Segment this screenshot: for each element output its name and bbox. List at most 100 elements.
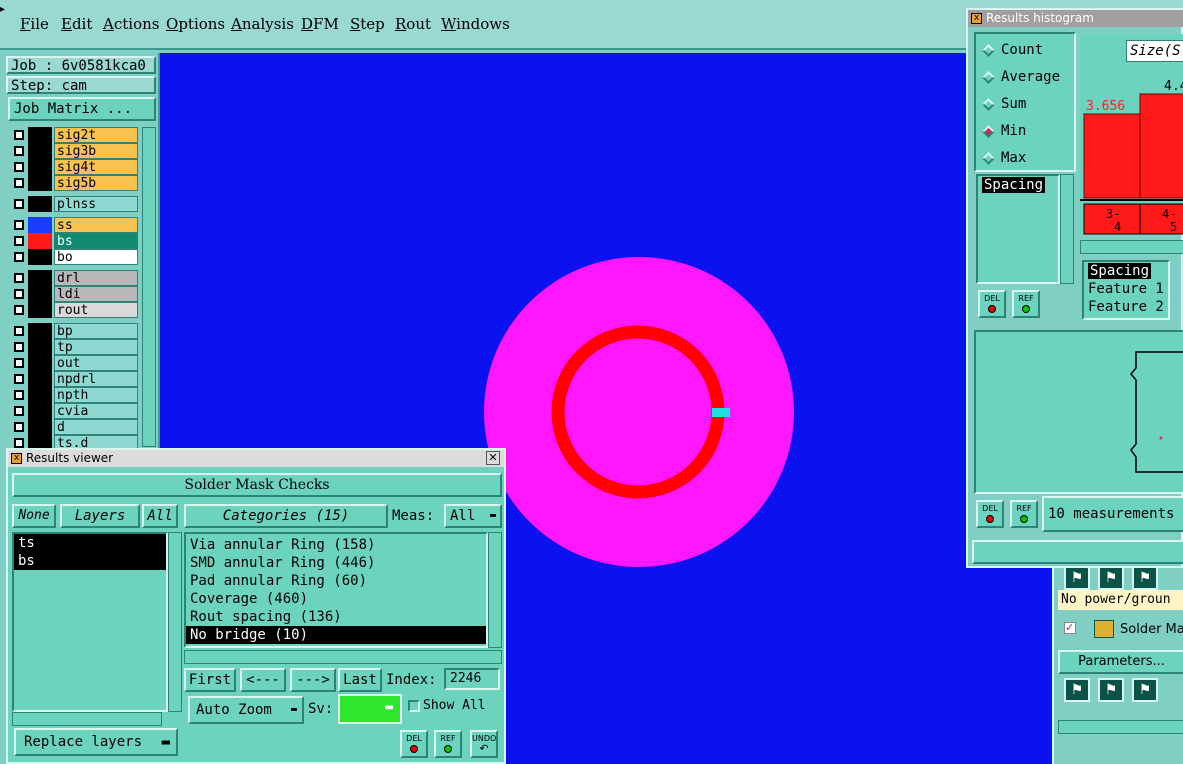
layer-color-swatch[interactable] [28, 175, 52, 191]
menu-options[interactable]: Options [166, 15, 225, 33]
layer-checkbox[interactable] [14, 252, 24, 262]
solder-mask-checkbox[interactable]: ✓ [1064, 622, 1076, 634]
layer-name[interactable]: sig5b [54, 175, 138, 191]
layer-checkbox[interactable] [14, 390, 24, 400]
layer-color-swatch[interactable] [28, 302, 52, 318]
layer-color-swatch[interactable] [28, 323, 52, 339]
histogram-titlebar[interactable]: x Results histogram [968, 10, 1183, 27]
menu-analysis[interactable]: Analysis [231, 15, 294, 33]
layer-checkbox[interactable] [14, 220, 24, 230]
panel-hscroll[interactable] [1058, 720, 1183, 734]
metric-item[interactable]: Spacing [982, 177, 1046, 193]
layer-checkbox[interactable] [14, 342, 24, 352]
category-list-vscroll[interactable] [488, 532, 502, 648]
category-list-hscroll[interactable] [184, 650, 502, 664]
category-item[interactable]: Pad annular Ring (60) [186, 572, 486, 590]
stat-radio-min[interactable]: Min [982, 123, 1026, 139]
layer-checkbox[interactable] [14, 146, 24, 156]
size-axis-select[interactable]: Size(S [1126, 40, 1183, 62]
results-viewer-titlebar[interactable]: x Results viewer ✕ [8, 450, 504, 467]
detail-item[interactable]: Feature 1 [1084, 280, 1168, 298]
category-list[interactable]: Via annular Ring (158) SMD annular Ring (… [184, 532, 488, 648]
layer-scrollbar[interactable] [142, 127, 156, 447]
parameters-button[interactable]: Parameters... [1058, 650, 1183, 674]
stop-icon-2[interactable]: ⚑ [1132, 678, 1158, 702]
layer-color-swatch[interactable] [28, 143, 52, 159]
run-all-icon[interactable]: ⚑ [1098, 566, 1124, 590]
result-layer-item[interactable]: bs [14, 552, 166, 570]
first-button[interactable]: First [184, 668, 236, 692]
layer-color-swatch[interactable] [28, 159, 52, 175]
stat-radio-count[interactable]: Count [982, 42, 1043, 58]
layer-name[interactable]: ldi [54, 286, 138, 302]
prev-button[interactable]: <--- [240, 668, 286, 692]
menu-edit[interactable]: Edit [61, 15, 92, 33]
layer-name[interactable]: bs [54, 233, 138, 249]
histogram-bar[interactable] [1083, 113, 1141, 199]
del-button[interactable]: DEL [400, 730, 428, 758]
preview-ref-button[interactable]: REF [1010, 500, 1038, 528]
hist-ref-button[interactable]: REF [1012, 290, 1040, 318]
layer-checkbox[interactable] [14, 326, 24, 336]
layer-name[interactable]: sig3b [54, 143, 138, 159]
violation-marker[interactable] [712, 408, 730, 417]
index-input[interactable]: 2246 [444, 668, 500, 690]
layer-checkbox[interactable] [14, 236, 24, 246]
layer-color-swatch[interactable] [28, 403, 52, 419]
run-icon-2[interactable]: ⚑ [1064, 678, 1090, 702]
layer-name[interactable]: npth [54, 387, 138, 403]
layer-color-swatch[interactable] [28, 339, 52, 355]
menu-dfm[interactable]: DFM [301, 15, 339, 33]
layer-checkbox[interactable] [14, 358, 24, 368]
layer-checkbox[interactable] [14, 374, 24, 384]
layer-color-swatch[interactable] [28, 233, 52, 249]
ref-button[interactable]: REF [434, 730, 462, 758]
run-all-icon-2[interactable]: ⚑ [1098, 678, 1124, 702]
severity-select[interactable]: ▬ [338, 694, 402, 724]
layer-name[interactable]: out [54, 355, 138, 371]
menu-actions[interactable]: Actions [103, 15, 159, 33]
zoom-mode-menu[interactable]: Auto Zoom ▬ [188, 696, 304, 724]
detail-list[interactable]: Spacing Feature 1 Feature 2 [1082, 260, 1170, 320]
stop-icon[interactable]: ⚑ [1132, 566, 1158, 590]
stat-radio-sum[interactable]: Sum [982, 96, 1026, 112]
layer-name[interactable]: bo [54, 249, 138, 265]
category-item[interactable]: No bridge (10) [186, 626, 486, 644]
layer-color-swatch[interactable] [28, 196, 52, 212]
layer-checkbox[interactable] [14, 199, 24, 209]
layer-checkbox[interactable] [14, 438, 24, 448]
job-matrix-button[interactable]: Job Matrix ... [8, 97, 156, 121]
layer-name[interactable]: d [54, 419, 138, 435]
layer-name[interactable]: sig2t [54, 127, 138, 143]
layer-checkbox[interactable] [14, 406, 24, 416]
layer-color-swatch[interactable] [28, 387, 52, 403]
category-item[interactable]: Rout spacing (136) [186, 608, 486, 626]
layer-name[interactable]: tp [54, 339, 138, 355]
stat-radio-max[interactable]: Max [982, 150, 1026, 166]
preview-del-button[interactable]: DEL [976, 500, 1004, 528]
detail-item[interactable]: Feature 2 [1084, 298, 1168, 316]
layer-checkbox[interactable] [14, 305, 24, 315]
layer-list-hscroll[interactable] [12, 712, 162, 726]
menu-step[interactable]: Step [350, 15, 385, 33]
layer-name[interactable]: plnss [54, 196, 138, 212]
layer-name[interactable]: drl [54, 270, 138, 286]
layers-button[interactable]: Layers [60, 504, 140, 528]
layer-checkbox[interactable] [14, 422, 24, 432]
layer-list-vscroll[interactable] [168, 532, 182, 712]
histogram-hscroll[interactable] [1080, 240, 1183, 254]
detail-item[interactable]: Spacing [1084, 262, 1168, 280]
layer-checkbox[interactable] [14, 130, 24, 140]
histogram-bar[interactable] [1139, 93, 1183, 199]
layer-color-swatch[interactable] [28, 286, 52, 302]
all-button[interactable]: All [142, 504, 178, 528]
layer-checkbox[interactable] [14, 289, 24, 299]
layer-name[interactable]: sig4t [54, 159, 138, 175]
window-menu-icon[interactable]: x [971, 13, 982, 24]
layer-name[interactable]: rout [54, 302, 138, 318]
layer-color-swatch[interactable] [28, 371, 52, 387]
layer-checkbox[interactable] [14, 178, 24, 188]
layer-color-swatch[interactable] [28, 127, 52, 143]
layer-color-swatch[interactable] [28, 217, 52, 233]
meas-select[interactable]: All ▬ [444, 504, 502, 528]
